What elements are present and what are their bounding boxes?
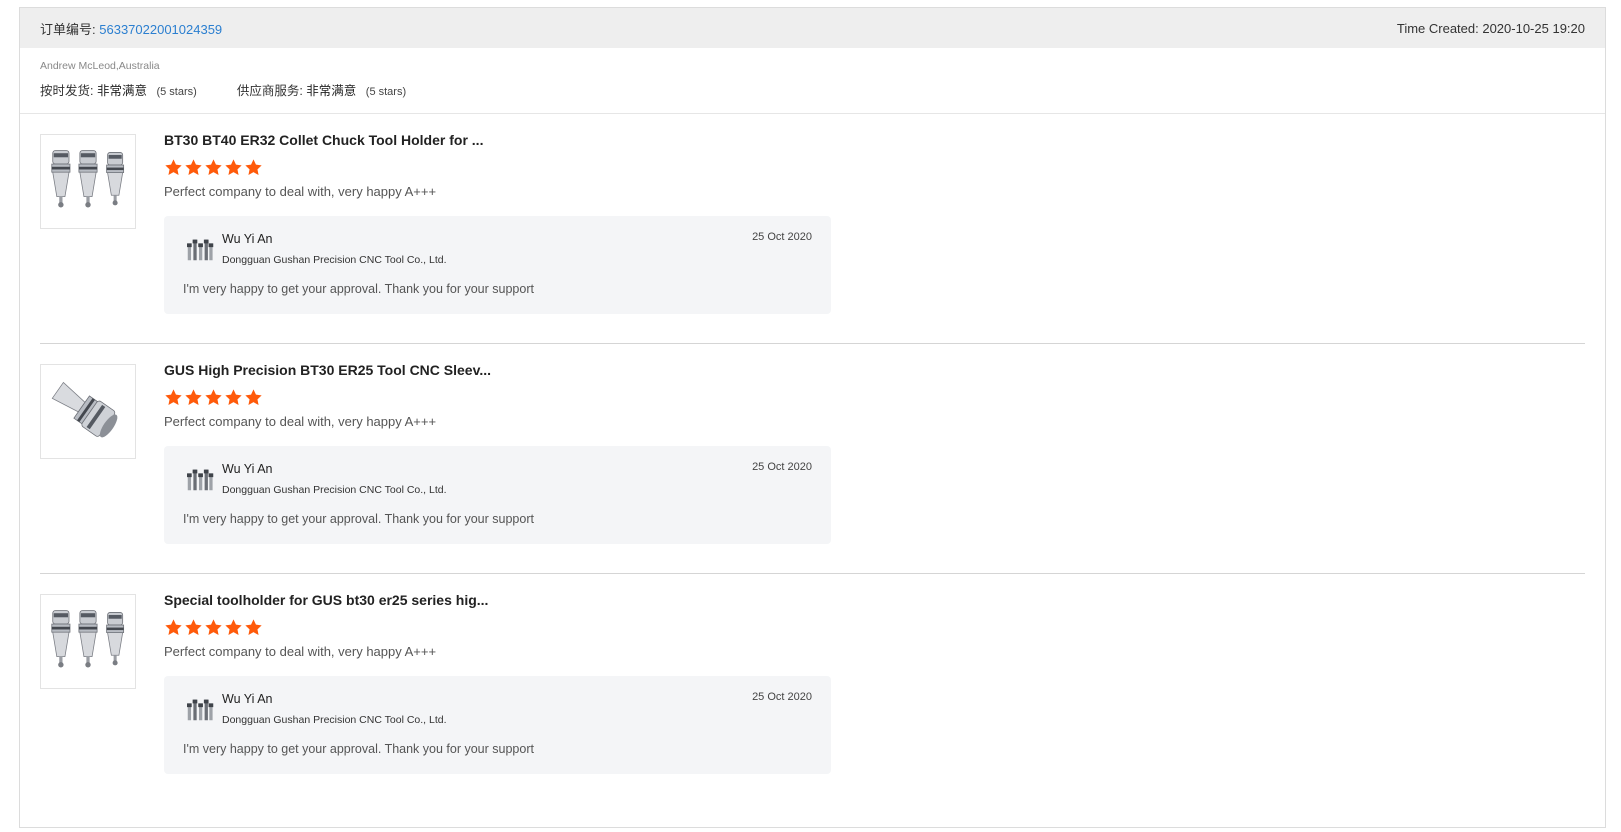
star-rating <box>164 158 831 178</box>
seller-reply-text: I'm very happy to get your approval. Tha… <box>183 282 534 296</box>
review-item: Special toolholder for GUS bt30 er25 ser… <box>40 574 1585 803</box>
seller-reply-company: Dongguan Gushan Precision CNC Tool Co., … <box>222 254 447 266</box>
order-header: 订单编号: 56337022001024359 Time Created: 20… <box>20 8 1605 48</box>
star-rating <box>164 388 831 408</box>
star-icon <box>245 159 262 175</box>
rating-shipping: 按时发货: 非常满意 (5 stars) <box>40 80 197 99</box>
star-icon <box>205 619 222 635</box>
seller-logo-icon <box>187 469 214 491</box>
seller-reply-date: 25 Oct 2020 <box>752 461 812 473</box>
rating-stars-text: (5 stars) <box>156 86 197 98</box>
review-content: Special toolholder for GUS bt30 er25 ser… <box>164 592 831 774</box>
review-items-list: BT30 BT40 ER32 Collet Chuck Tool Holder … <box>20 114 1605 803</box>
seller-reply-company: Dongguan Gushan Precision CNC Tool Co., … <box>222 714 447 726</box>
seller-reply-text: I'm very happy to get your approval. Tha… <box>183 512 534 526</box>
seller-logo-icon <box>187 239 214 261</box>
seller-reply-name: Wu Yi An <box>222 462 273 476</box>
buyer-section: Andrew McLeod,Australia 按时发货: 非常满意 (5 st… <box>20 48 1605 114</box>
star-icon <box>225 619 242 635</box>
seller-reply-date: 25 Oct 2020 <box>752 691 812 703</box>
star-icon <box>245 619 262 635</box>
star-icon <box>185 619 202 635</box>
review-comment: Perfect company to deal with, very happy… <box>164 644 437 659</box>
star-icon <box>165 389 182 405</box>
seller-reply-name: Wu Yi An <box>222 232 273 246</box>
buyer-name: Andrew McLeod,Australia <box>40 60 160 72</box>
product-thumbnail[interactable] <box>40 594 136 689</box>
star-icon <box>165 619 182 635</box>
order-review-card: 订单编号: 56337022001024359 Time Created: 20… <box>19 7 1606 828</box>
rating-label: 按时发货: <box>40 84 94 98</box>
rating-value: 非常满意 <box>96 84 147 98</box>
seller-reply-text: I'm very happy to get your approval. Tha… <box>183 742 534 756</box>
star-icon <box>205 389 222 405</box>
seller-reply-name: Wu Yi An <box>222 692 273 706</box>
product-title[interactable]: GUS High Precision BT30 ER25 Tool CNC Sl… <box>164 362 831 378</box>
rating-value: 非常满意 <box>306 84 357 98</box>
star-icon <box>205 159 222 175</box>
order-number-link[interactable]: 56337022001024359 <box>99 22 222 37</box>
seller-avatar <box>184 234 214 264</box>
star-icon <box>165 159 182 175</box>
seller-avatar <box>184 694 214 724</box>
seller-reply: Wu Yi An Dongguan Gushan Precision CNC T… <box>164 446 831 544</box>
rating-label: 供应商服务: <box>236 84 303 98</box>
three-tool-holders-icon <box>51 150 125 208</box>
three-tool-holders-icon <box>51 610 125 668</box>
star-rating <box>164 618 831 638</box>
seller-reply-date: 25 Oct 2020 <box>752 231 812 243</box>
review-comment: Perfect company to deal with, very happy… <box>164 184 437 199</box>
review-content: GUS High Precision BT30 ER25 Tool CNC Sl… <box>164 362 831 544</box>
seller-reply: Wu Yi An Dongguan Gushan Precision CNC T… <box>164 216 831 314</box>
review-item: BT30 BT40 ER32 Collet Chuck Tool Holder … <box>40 114 1585 344</box>
review-comment: Perfect company to deal with, very happy… <box>164 414 437 429</box>
product-thumbnail[interactable] <box>40 134 136 229</box>
star-icon <box>185 389 202 405</box>
time-created: Time Created: 2020-10-25 19:20 <box>1396 20 1585 36</box>
seller-logo-icon <box>187 699 214 721</box>
star-icon <box>185 159 202 175</box>
product-title[interactable]: BT30 BT40 ER32 Collet Chuck Tool Holder … <box>164 132 831 148</box>
rating-supplier-service: 供应商服务: 非常满意 (5 stars) <box>237 80 406 99</box>
star-icon <box>245 389 262 405</box>
order-number-group: 订单编号: 56337022001024359 <box>40 19 222 38</box>
product-title[interactable]: Special toolholder for GUS bt30 er25 ser… <box>164 592 831 608</box>
seller-avatar <box>184 464 214 494</box>
seller-ratings: 按时发货: 非常满意 (5 stars) 供应商服务: 非常满意 (5 star… <box>40 80 1585 99</box>
single-tool-holder-icon <box>51 381 118 438</box>
star-icon <box>225 159 242 175</box>
rating-stars-text: (5 stars) <box>365 86 407 98</box>
seller-reply-company: Dongguan Gushan Precision CNC Tool Co., … <box>222 484 447 496</box>
order-number-label: 订单编号: <box>40 21 96 37</box>
review-content: BT30 BT40 ER32 Collet Chuck Tool Holder … <box>164 132 831 314</box>
star-icon <box>225 389 242 405</box>
seller-reply: Wu Yi An Dongguan Gushan Precision CNC T… <box>164 676 831 774</box>
review-item: GUS High Precision BT30 ER25 Tool CNC Sl… <box>40 344 1585 574</box>
product-thumbnail[interactable] <box>40 364 136 459</box>
